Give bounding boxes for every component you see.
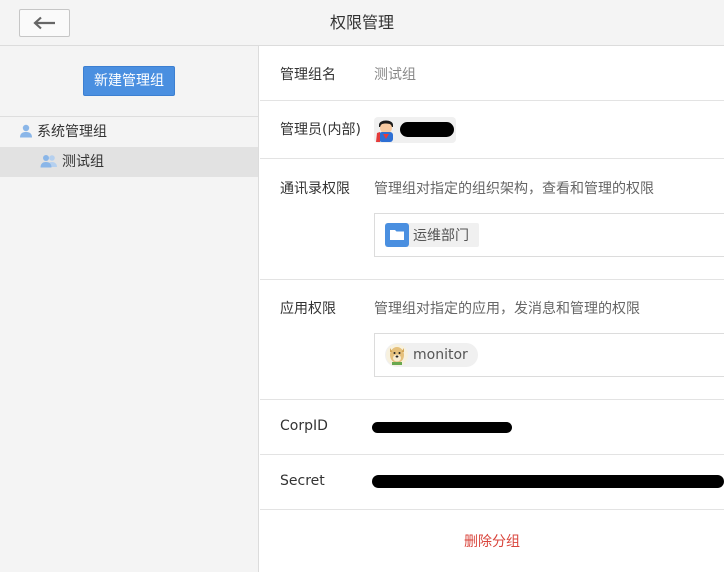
admin-chip[interactable]: [374, 117, 456, 143]
page-title: 权限管理: [329, 13, 394, 32]
row-divider: [260, 454, 724, 455]
corpid-label: CorpID: [280, 418, 328, 434]
secret-label: Secret: [280, 473, 325, 489]
contacts-permission-desc: 管理组对指定的组织架构，查看和管理的权限: [374, 181, 654, 197]
users-icon: [40, 155, 57, 168]
delete-group-link[interactable]: 删除分组: [260, 531, 724, 551]
redacted-secret: [372, 475, 724, 488]
row-divider: [260, 158, 724, 159]
tree-item-label: 系统管理组: [37, 124, 107, 140]
redacted-corpid: [372, 422, 512, 433]
tree-item-system-admin-group[interactable]: 系统管理组: [0, 117, 258, 147]
admins-label: 管理员(内部): [280, 122, 361, 138]
app-permission-desc: 管理组对指定的应用，发消息和管理的权限: [374, 301, 640, 317]
row-divider: [260, 399, 724, 400]
department-label: 运维部门: [413, 228, 469, 244]
new-admin-group-button[interactable]: 新建管理组: [83, 66, 175, 96]
superman-avatar-icon: [376, 120, 393, 142]
group-name-label: 管理组名: [280, 67, 336, 83]
tree-item-test-group[interactable]: 测试组: [0, 147, 258, 177]
app-chip[interactable]: monitor: [385, 343, 478, 367]
row-divider: [260, 100, 724, 101]
contacts-selection-box[interactable]: 运维部门: [374, 213, 724, 257]
app-permission-label: 应用权限: [280, 301, 336, 317]
folder-icon: [385, 223, 409, 247]
doge-app-icon: [386, 344, 408, 366]
group-detail-panel: 管理组名 测试组 管理员(内部) 通讯录权限 管理组对指定的组织架构，查看和管理…: [260, 46, 724, 572]
contacts-permission-label: 通讯录权限: [280, 181, 350, 197]
row-divider: [260, 509, 724, 510]
sidebar: 新建管理组 系统管理组 测试组: [0, 46, 259, 572]
top-bar: 权限管理: [0, 0, 724, 46]
group-name-value[interactable]: 测试组: [374, 64, 416, 84]
department-chip[interactable]: 运维部门: [385, 223, 479, 247]
row-divider: [260, 279, 724, 280]
app-selection-box[interactable]: monitor: [374, 333, 724, 377]
app-label: monitor: [413, 347, 468, 363]
user-icon: [20, 124, 32, 138]
tree-item-label: 测试组: [62, 154, 104, 170]
redacted-admin-name: [400, 122, 454, 137]
